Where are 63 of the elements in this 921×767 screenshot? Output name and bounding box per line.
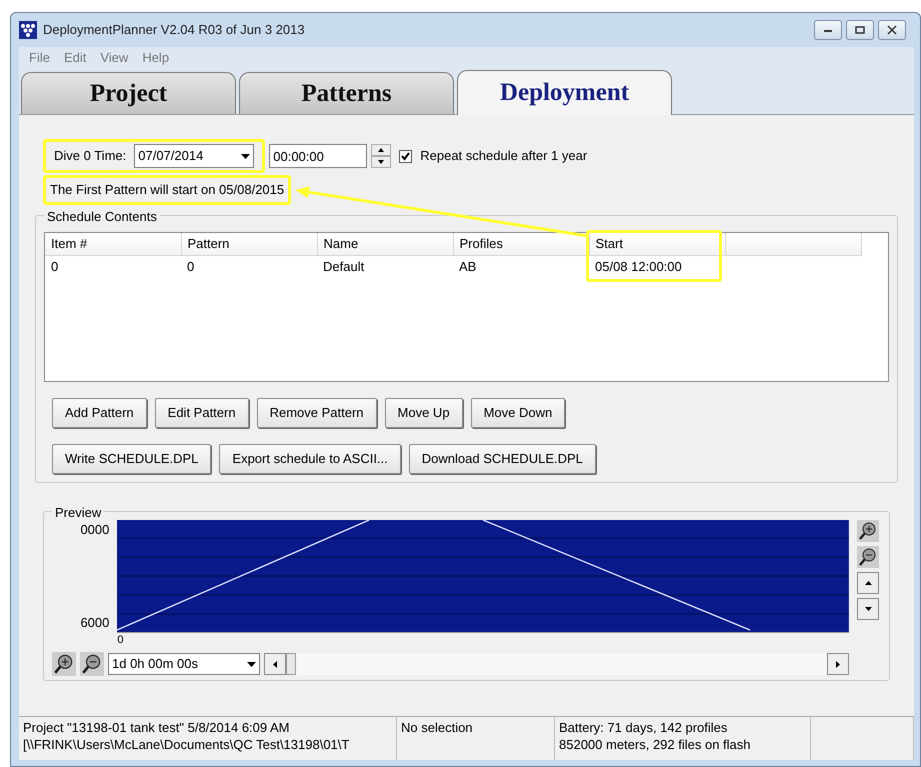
- scroll-left-button[interactable]: [264, 653, 286, 675]
- action-button[interactable]: Export schedule to ASCII...: [219, 444, 401, 474]
- repeat-checkbox[interactable]: [399, 150, 412, 162]
- tab[interactable]: Project: [21, 72, 236, 114]
- up-arrow-icon: [864, 581, 872, 585]
- action-button[interactable]: Download SCHEDULE.DPL: [408, 444, 596, 474]
- action-button[interactable]: Move Down: [470, 398, 566, 428]
- minimize-icon: [823, 27, 833, 33]
- maximize-button[interactable]: [846, 20, 874, 40]
- zoom-out-icon[interactable]: [857, 546, 880, 568]
- status-text: 852000 meters, 292 files on flash: [559, 736, 752, 753]
- close-icon: [887, 25, 897, 35]
- column-header[interactable]: Profiles: [453, 233, 589, 255]
- dive-time-label: Dive 0 Time:: [54, 147, 126, 166]
- status-text: Battery: 71 days, 142 profiles: [559, 719, 728, 736]
- right-arrow-icon: [836, 660, 840, 668]
- repeat-label: Repeat schedule after 1 year: [420, 147, 588, 166]
- app-logo-icon: [19, 21, 37, 39]
- column-header[interactable]: Pattern: [181, 233, 317, 255]
- time-scale-dropdown[interactable]: 1d 0h 00m 00s: [108, 653, 260, 675]
- column-header[interactable]: Name: [317, 233, 453, 255]
- time-spinner[interactable]: [371, 144, 392, 168]
- status-text: Project "13198-01 tank test" 5/8/2014 6:09 AM: [23, 719, 291, 736]
- up-arrow-icon: [378, 148, 384, 152]
- table-cell: 05/08 12:00:00: [589, 255, 725, 277]
- dropdown-arrow-icon: [247, 662, 256, 666]
- zoom-in-icon[interactable]: [857, 520, 880, 542]
- close-button[interactable]: [878, 20, 906, 40]
- table-cell: AB: [453, 255, 589, 277]
- column-header[interactable]: Start: [589, 233, 725, 255]
- zoom-out-icon[interactable]: [80, 652, 104, 676]
- down-arrow-icon: [378, 160, 384, 164]
- first-pattern-text: The First Pattern will start on 05/08/2015: [43, 175, 292, 205]
- status-text: No selection: [401, 719, 474, 736]
- date-dropdown[interactable]: 07/07/2014: [134, 144, 254, 168]
- down-arrow-icon: [864, 607, 872, 611]
- scroll-thumb[interactable]: [286, 653, 296, 675]
- dropdown-arrow-icon: [241, 154, 250, 158]
- action-button[interactable]: Write SCHEDULE.DPL: [52, 444, 212, 474]
- left-arrow-icon: [273, 660, 277, 668]
- action-button[interactable]: Add Pattern: [52, 398, 147, 428]
- minimize-button[interactable]: [814, 20, 842, 40]
- action-button[interactable]: Move Up: [384, 398, 463, 428]
- axis-label: 0: [117, 634, 124, 646]
- status-text: [\\FRINK\Users\McLane\Documents\QC Test\13198\01\T: [23, 736, 350, 753]
- table-cell: Default: [317, 255, 453, 277]
- horizontal-scrollbar[interactable]: [264, 653, 849, 675]
- table-cell: 0: [45, 255, 181, 277]
- action-button[interactable]: Remove Pattern: [256, 398, 377, 428]
- window-title: DeploymentPlanner V2.04 R03 of Jun 3 2013: [43, 21, 305, 40]
- column-header[interactable]: Item #: [45, 233, 181, 255]
- tab[interactable]: Deployment: [457, 70, 672, 115]
- scroll-up-button[interactable]: [857, 572, 880, 594]
- time-field[interactable]: 00:00:00: [269, 144, 368, 168]
- table-cell: 0: [181, 255, 317, 277]
- scroll-down-button[interactable]: [857, 598, 880, 620]
- zoom-in-icon[interactable]: [52, 652, 76, 676]
- action-button[interactable]: Edit Pattern: [154, 398, 249, 428]
- scroll-right-button[interactable]: [827, 653, 849, 675]
- axis-label: 6000: [79, 614, 110, 632]
- tab[interactable]: Patterns: [239, 72, 454, 114]
- axis-label: 0000: [79, 521, 110, 539]
- maximize-icon: [855, 26, 865, 34]
